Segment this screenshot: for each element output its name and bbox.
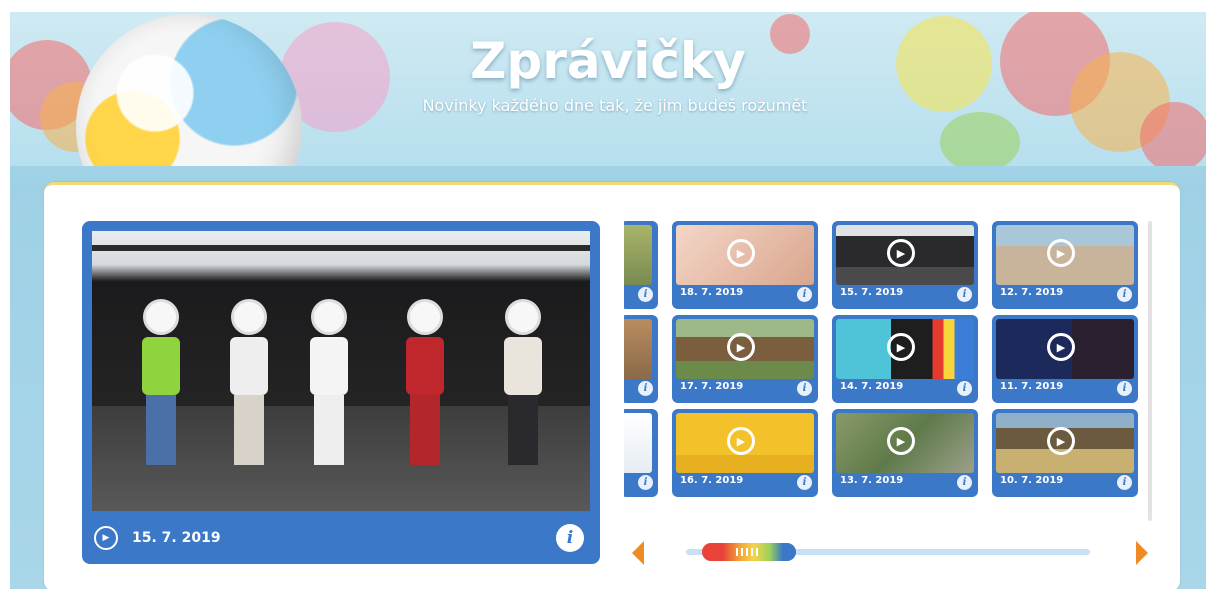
content-panel: ▶ 15. 7. 2019 i i i i ▶ 18. 7. 2019 i ▶ … — [44, 182, 1180, 589]
episode-date: 15. 7. 2019 — [840, 287, 904, 298]
info-icon[interactable]: i — [797, 381, 812, 396]
play-icon[interactable]: ▶ — [887, 333, 915, 361]
episode-thumbnail[interactable]: ▶ 14. 7. 2019 i — [832, 315, 978, 403]
info-icon[interactable]: i — [957, 381, 972, 396]
decor-bubble — [940, 112, 1020, 166]
play-icon[interactable]: ▶ — [727, 239, 755, 267]
episode-thumbnail[interactable]: ▶ 16. 7. 2019 i — [672, 409, 818, 497]
episode-date: 13. 7. 2019 — [840, 475, 904, 486]
scroll-left-arrow-icon[interactable] — [632, 541, 644, 565]
grid-scrollbar[interactable] — [1148, 221, 1152, 521]
page-subtitle: Novinky každého dne tak, že jim budeš ro… — [422, 96, 808, 115]
play-icon[interactable]: ▶ — [727, 427, 755, 455]
performer-figure — [504, 299, 542, 465]
episode-grid: i i i ▶ 18. 7. 2019 i ▶ 15. 7. 2019 i ▶ … — [624, 221, 1146, 501]
info-icon[interactable]: i — [638, 381, 653, 396]
episode-date: 16. 7. 2019 — [680, 475, 744, 486]
episode-thumbnail[interactable]: ▶ 11. 7. 2019 i — [992, 315, 1138, 403]
play-icon[interactable]: ▶ — [887, 239, 915, 267]
play-icon[interactable]: ▶ — [1047, 427, 1075, 455]
episode-thumbnail-partial[interactable]: i — [624, 315, 658, 403]
info-icon[interactable]: i — [797, 475, 812, 490]
info-icon[interactable]: i — [957, 287, 972, 302]
episode-date: 18. 7. 2019 — [680, 287, 744, 298]
episode-thumbnail-partial[interactable]: i — [624, 221, 658, 309]
info-icon[interactable]: i — [556, 524, 584, 552]
stage-lights — [92, 245, 590, 251]
episode-thumbnail[interactable]: ▶ 18. 7. 2019 i — [672, 221, 818, 309]
scroll-handle[interactable] — [702, 543, 796, 561]
episode-thumbnail-partial[interactable]: i — [624, 409, 658, 497]
episode-thumbnail[interactable]: ▶ 17. 7. 2019 i — [672, 315, 818, 403]
episode-date: 17. 7. 2019 — [680, 381, 744, 392]
performer-figure — [406, 299, 444, 465]
info-icon[interactable]: i — [1117, 287, 1132, 302]
episode-date: 11. 7. 2019 — [1000, 381, 1064, 392]
performer-figure — [310, 299, 348, 465]
episode-date: 14. 7. 2019 — [840, 381, 904, 392]
play-icon[interactable]: ▶ — [1047, 333, 1075, 361]
info-icon[interactable]: i — [638, 475, 653, 490]
scroll-right-arrow-icon[interactable] — [1136, 541, 1148, 565]
play-icon[interactable]: ▶ — [1047, 239, 1075, 267]
play-icon[interactable]: ▶ — [727, 333, 755, 361]
episode-thumbnail[interactable]: ▶ 15. 7. 2019 i — [832, 221, 978, 309]
player-date: 15. 7. 2019 — [132, 529, 221, 546]
info-icon[interactable]: i — [638, 287, 653, 302]
header-banner: Zprávičky Novinky každého dne tak, že ji… — [10, 12, 1206, 166]
performer-figure — [142, 299, 180, 465]
info-icon[interactable]: i — [1117, 381, 1132, 396]
performer-figure — [230, 299, 268, 465]
player-caption-bar: ▶ 15. 7. 2019 i — [82, 511, 600, 564]
episode-thumbnail[interactable]: ▶ 12. 7. 2019 i — [992, 221, 1138, 309]
page-title: Zprávičky — [470, 32, 746, 90]
episode-thumbnail[interactable]: ▶ 10. 7. 2019 i — [992, 409, 1138, 497]
video-player[interactable]: ▶ 15. 7. 2019 i — [82, 221, 600, 564]
episode-date: 10. 7. 2019 — [1000, 475, 1064, 486]
episode-thumbnail[interactable]: ▶ 13. 7. 2019 i — [832, 409, 978, 497]
video-frame[interactable] — [92, 231, 590, 511]
info-icon[interactable]: i — [797, 287, 812, 302]
episode-date: 12. 7. 2019 — [1000, 287, 1064, 298]
page-frame: Zprávičky Novinky každého dne tak, že ji… — [10, 12, 1206, 589]
info-icon[interactable]: i — [1117, 475, 1132, 490]
play-circle-icon[interactable]: ▶ — [94, 525, 118, 550]
play-icon[interactable]: ▶ — [887, 427, 915, 455]
info-icon[interactable]: i — [957, 475, 972, 490]
